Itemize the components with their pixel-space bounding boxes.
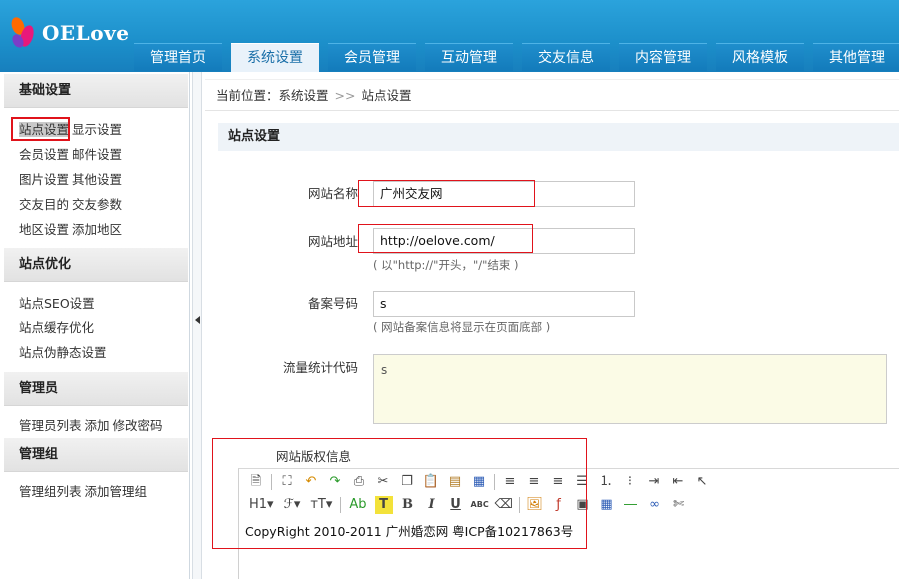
unlink-icon[interactable]: ✄	[670, 496, 688, 514]
tab-content[interactable]: 内容管理	[619, 43, 707, 71]
sidebar-item-display-settings[interactable]: 显示设置	[72, 122, 122, 137]
site-url-label: 网站地址	[307, 234, 358, 249]
breadcrumb: 当前位置：系统设置 >> 站点设置	[205, 79, 899, 111]
tab-other[interactable]: 其他管理	[813, 43, 899, 71]
tab-members[interactable]: 会员管理	[328, 43, 416, 71]
sidebar-row: 会员设置 邮件设置	[19, 146, 125, 164]
sidebar-item-change-password[interactable]: 修改密码	[113, 418, 163, 433]
section-title: 站点设置	[218, 123, 899, 151]
highlight-box	[358, 180, 535, 207]
stat-code-textarea[interactable]: s	[373, 354, 887, 424]
sidebar-group-admin-group[interactable]: 管理组	[4, 438, 188, 472]
breadcrumb-prefix: 当前位置：	[216, 88, 279, 103]
select-all-icon[interactable]: ↖	[693, 473, 711, 491]
icp-label: 备案号码	[307, 296, 358, 311]
unordered-list-icon[interactable]: ⁝	[621, 473, 639, 491]
sidebar-item-add-group[interactable]: 添加管理组	[85, 484, 148, 499]
sidebar-item-seo[interactable]: 站点SEO设置	[19, 295, 95, 313]
main-nav: 管理首页 系统设置 会员管理 互动管理 交友信息 内容管理 风格模板 其他管理	[134, 43, 899, 72]
sidebar-item-admin-add[interactable]: 添加	[85, 418, 110, 433]
tab-templates[interactable]: 风格模板	[716, 43, 804, 71]
sidebar-row: 图片设置 其他设置	[19, 171, 125, 189]
sidebar-row: 管理组列表 添加管理组	[19, 483, 150, 501]
table-icon[interactable]: ▦	[598, 496, 616, 514]
sidebar-item-mail-settings[interactable]: 邮件设置	[72, 147, 122, 162]
logo-mark-icon	[9, 15, 38, 50]
site-url-hint: ( 以"http://"开头，"/"结束 )	[373, 258, 519, 272]
sidebar-item-image-settings[interactable]: 图片设置	[19, 172, 69, 187]
sidebar-row: 交友目的 交友参数	[19, 196, 125, 214]
tab-home[interactable]: 管理首页	[134, 43, 222, 71]
sidebar-item-region-settings[interactable]: 地区设置	[19, 222, 69, 237]
outdent-icon[interactable]: ⇤	[669, 473, 687, 491]
sidebar-item-dating-purpose[interactable]: 交友目的	[19, 197, 69, 212]
tab-dating-info[interactable]: 交友信息	[522, 43, 610, 71]
logo-text: OELove	[42, 21, 130, 45]
sidebar-group-basic[interactable]: 基础设置	[4, 74, 188, 108]
app-header: OELove 管理首页 系统设置 会员管理 互动管理 交友信息 内容管理 风格模…	[0, 0, 899, 72]
sidebar-group-optimization[interactable]: 站点优化	[4, 248, 188, 282]
breadcrumb-parent[interactable]: 系统设置	[279, 88, 329, 103]
link-icon[interactable]: ∞	[646, 496, 664, 514]
sidebar-item-admin-list[interactable]: 管理员列表	[19, 418, 82, 433]
stat-code-label: 流量统计代码	[282, 360, 358, 375]
sidebar-item-cache[interactable]: 站点缓存优化	[19, 319, 94, 337]
breadcrumb-separator: >>	[334, 88, 356, 103]
sidebar-item-other-settings[interactable]: 其他设置	[72, 172, 122, 187]
tab-interaction[interactable]: 互动管理	[425, 43, 513, 71]
sidebar-item-add-region[interactable]: 添加地区	[72, 222, 122, 237]
collapse-arrow-icon[interactable]	[195, 316, 200, 324]
icp-hint: ( 网站备案信息将显示在页面底部 )	[373, 320, 551, 334]
indent-icon[interactable]: ⇥	[645, 473, 663, 491]
sidebar-row: 地区设置 添加地区	[19, 221, 125, 239]
sidebar-row: 管理员列表 添加 修改密码	[19, 417, 166, 435]
sidebar-group-admin[interactable]: 管理员	[4, 372, 188, 406]
main-content: 当前位置：系统设置 >> 站点设置 站点设置 网站名称 广州交友网 网站地址 htt…	[205, 72, 899, 579]
site-name-label: 网站名称	[307, 186, 358, 201]
hr-icon[interactable]: ―	[622, 496, 640, 514]
sidebar-item-group-list[interactable]: 管理组列表	[19, 484, 82, 499]
breadcrumb-current: 站点设置	[361, 88, 412, 103]
ordered-list-icon[interactable]: ⒈	[597, 473, 615, 491]
sidebar-item-dating-params[interactable]: 交友参数	[72, 197, 122, 212]
highlight-box	[212, 438, 587, 549]
sidebar: 基础设置 站点设置 显示设置 会员设置 邮件设置 图片设置 其他设置 交友目的 交友参数…	[0, 72, 190, 579]
sidebar-item-rewrite[interactable]: 站点伪静态设置	[19, 344, 107, 362]
sidebar-item-member-settings[interactable]: 会员设置	[19, 147, 69, 162]
logo[interactable]: OELove	[9, 15, 130, 50]
sidebar-splitter[interactable]	[192, 72, 202, 579]
icp-input[interactable]: s	[373, 291, 635, 317]
tab-system-settings[interactable]: 系统设置	[231, 43, 319, 72]
highlight-box	[11, 117, 70, 141]
highlight-box	[358, 224, 533, 253]
